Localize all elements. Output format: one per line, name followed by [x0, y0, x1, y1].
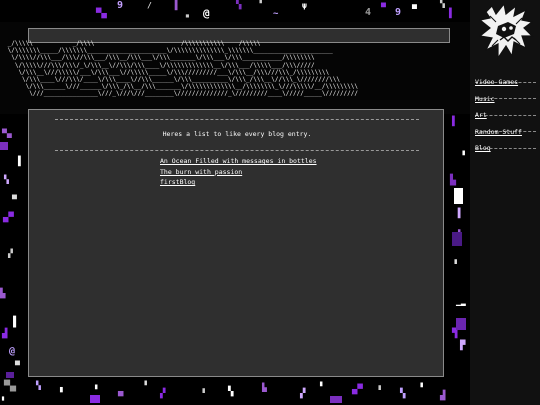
- glitch-glyph: ▞: [300, 389, 306, 399]
- glitch-glyph: ▝: [142, 381, 147, 390]
- glitch-glyph: ▙: [262, 383, 267, 392]
- glitch-glyph: /: [147, 1, 152, 10]
- nav-item-label: Blog: [475, 144, 491, 152]
- glitch-glyph: ▟: [440, 391, 446, 401]
- glitch-glyph: ▌: [452, 117, 458, 127]
- glitch-glyph: ▀: [381, 3, 386, 12]
- nav-item-art[interactable]: Art: [475, 99, 536, 119]
- glitch-glyph: 4: [365, 7, 372, 18]
- glitch-glyph: ▐: [455, 209, 461, 219]
- glitch-glyph: ▘: [2, 397, 7, 405]
- sidebar: Video Games Music Art Random Stuff Blog: [470, 0, 540, 405]
- glitch-glyph: 9: [395, 7, 402, 18]
- glitch-glyph: ▚: [4, 175, 9, 184]
- glitch-glyph: ▀: [12, 195, 17, 204]
- glitch-glyph: ▞: [8, 249, 13, 258]
- glitch-glyph: ▛: [460, 341, 466, 351]
- glitch-glyph: ▘: [320, 382, 325, 391]
- glitch-glyph: ▌: [449, 9, 455, 19]
- nav-item-label: Video Games: [475, 78, 519, 86]
- glitch-glyph: ▝: [460, 151, 465, 160]
- glitch-glyph: @: [9, 346, 16, 357]
- glitch-glyph: ▚: [236, 0, 242, 10]
- glitch-glyph: ψ: [302, 1, 307, 10]
- glitch-glyph: ▀▄: [4, 381, 17, 392]
- glitch-glyph: ▀: [15, 361, 20, 370]
- glitch-glyph: ▙: [0, 289, 6, 299]
- glitch-glyph: ▄: [412, 0, 417, 9]
- glitch-block: [456, 318, 466, 330]
- glitch-block: [0, 142, 8, 150]
- glitch-glyph: ▖: [60, 383, 66, 393]
- glitch-glyph: ▝: [257, 0, 262, 8]
- glitch-glyph: ▘: [95, 385, 100, 394]
- glitch-glyph: ▌: [18, 157, 24, 167]
- glitch-glyph: ~: [273, 9, 279, 19]
- glitch-glyph: ▜: [452, 329, 458, 339]
- glitch-block: [6, 372, 14, 378]
- glitch-glyph: ▐: [172, 1, 178, 11]
- glitch-glyph: 9: [117, 0, 124, 11]
- glitch-glyph: ▄▀: [3, 213, 14, 223]
- intro-text: Heres a list to like every blog entry.: [162, 130, 312, 138]
- blog-entry-link[interactable]: An Ocean Filled with messages in bottles: [160, 156, 317, 167]
- glitch-glyph: ▙: [450, 175, 457, 186]
- ascii-title: _/\\\\\ _/\\\\ /\\\\\\\\\\\ /\\\\\ \/\\\…: [7, 40, 359, 98]
- glitch-glyph: ▪: [185, 11, 190, 20]
- glitch-glyph: ▄▀: [352, 385, 363, 395]
- blog-entry-link[interactable]: firstBlog: [160, 177, 317, 188]
- glitch-glyph: ▚: [228, 387, 234, 397]
- blog-entry-list: An Ocean Filled with messages in bottles…: [160, 156, 317, 188]
- glitch-block: [90, 395, 100, 403]
- glitch-glyph: ▗: [200, 384, 205, 393]
- glitch-glyph: ▝: [418, 383, 423, 392]
- glitch-glyph: ▄: [118, 387, 124, 397]
- nav-item-video-games[interactable]: Video Games: [475, 66, 536, 86]
- glitch-glyph: ▀▄: [96, 9, 107, 19]
- glitch-glyph: ▚: [36, 381, 41, 390]
- glitch-glyph: ▗: [452, 255, 457, 264]
- page: ▀▄ 9 / ▐ ▪ @ ▚ ~ ψ 4 ▀ 9 ▄ ▌ ▚ ▝ ▀▄ ▌ ▚ …: [0, 0, 540, 405]
- glitch-glyph: ▚: [440, 0, 445, 8]
- glitch-glyph: ▞: [160, 389, 166, 399]
- nav-item-label: Art: [475, 111, 487, 119]
- glitch-glyph: ▁▂: [456, 297, 466, 306]
- glitch-glyph: @: [203, 7, 210, 20]
- glitch-block: [452, 232, 462, 246]
- glitch-block: [454, 188, 463, 204]
- blog-entry-link[interactable]: The burn with passion: [160, 167, 317, 178]
- glitch-block: [330, 396, 342, 403]
- top-divider: [55, 119, 419, 120]
- glitch-glyph: ▀▄: [2, 129, 12, 138]
- glitch-glyph: ▐: [10, 317, 17, 328]
- glitch-glyph: ▚: [400, 389, 406, 399]
- spiky-creature-logo-icon[interactable]: [478, 4, 534, 62]
- glitch-glyph: ▗: [376, 381, 381, 390]
- sidebar-nav: Video Games Music Art Random Stuff Blog: [475, 66, 536, 152]
- middle-divider: [55, 150, 419, 151]
- glitch-glyph: ▖: [458, 225, 463, 234]
- main-panel: Heres a list to like every blog entry. A…: [28, 109, 444, 377]
- glitch-glyph: ▟: [2, 329, 8, 339]
